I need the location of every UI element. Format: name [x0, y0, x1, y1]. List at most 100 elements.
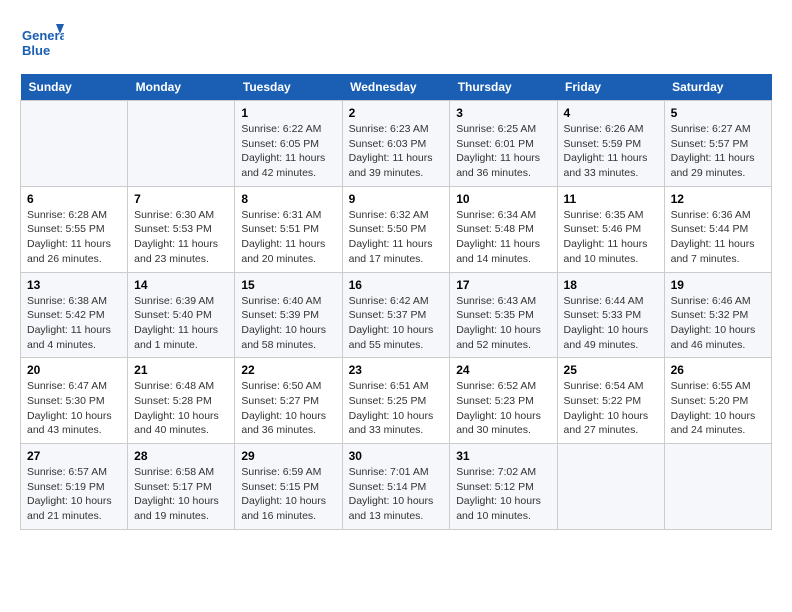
day-number: 14	[134, 278, 228, 292]
day-number: 8	[241, 192, 335, 206]
day-number: 6	[27, 192, 121, 206]
logo: General Blue	[20, 20, 64, 64]
day-number: 26	[671, 363, 765, 377]
day-info: Sunrise: 6:59 AM Sunset: 5:15 PM Dayligh…	[241, 465, 335, 524]
calendar-cell: 15Sunrise: 6:40 AM Sunset: 5:39 PM Dayli…	[235, 272, 342, 358]
calendar-table: SundayMondayTuesdayWednesdayThursdayFrid…	[20, 74, 772, 530]
day-info: Sunrise: 6:54 AM Sunset: 5:22 PM Dayligh…	[564, 379, 658, 438]
day-number: 18	[564, 278, 658, 292]
day-number: 24	[456, 363, 550, 377]
calendar-week-row: 20 Sunrise: 6:47 AM Sunset: 5:30 PM Dayli…	[21, 358, 772, 444]
day-number: 29	[241, 449, 335, 463]
day-info: Sunrise: 6:43 AM Sunset: 5:35 PM Dayligh…	[456, 294, 550, 353]
day-info: Sunrise: 6:55 AM Sunset: 5:20 PM Dayligh…	[671, 379, 765, 438]
day-info: Sunrise: 6:27 AM Sunset: 5:57 PM Dayligh…	[671, 122, 765, 181]
calendar-cell: 30 Sunrise: 7:01 AM Sunset: 5:14 PM Dayli…	[342, 444, 450, 530]
day-info: Sunrise: 6:28 AM Sunset: 5:55 PM Dayligh…	[27, 208, 121, 267]
day-info: Sunrise: 6:58 AM Sunset: 5:17 PM Dayligh…	[134, 465, 228, 524]
calendar-cell: 6 Sunrise: 6:28 AM Sunset: 5:55 PM Daylig…	[21, 186, 128, 272]
day-number: 11	[564, 192, 658, 206]
calendar-cell: 21 Sunrise: 6:48 AM Sunset: 5:28 PM Dayli…	[128, 358, 235, 444]
day-info: Sunrise: 6:40 AM Sunset: 5:39 PM Dayligh…	[241, 294, 335, 353]
calendar-cell: 13 Sunrise: 6:38 AM Sunset: 5:42 PM Dayli…	[21, 272, 128, 358]
day-info: Sunrise: 6:48 AM Sunset: 5:28 PM Dayligh…	[134, 379, 228, 438]
calendar-cell	[557, 444, 664, 530]
day-info: Sunrise: 6:22 AM Sunset: 6:05 PM Dayligh…	[241, 122, 335, 181]
day-number: 13	[27, 278, 121, 292]
weekday-header-monday: Monday	[128, 74, 235, 101]
day-info: Sunrise: 6:39 AM Sunset: 5:40 PM Dayligh…	[134, 294, 228, 353]
day-info: Sunrise: 6:50 AM Sunset: 5:27 PM Dayligh…	[241, 379, 335, 438]
calendar-cell: 5Sunrise: 6:27 AM Sunset: 5:57 PM Daylig…	[664, 101, 771, 187]
calendar-cell: 11 Sunrise: 6:35 AM Sunset: 5:46 PM Dayli…	[557, 186, 664, 272]
day-number: 12	[671, 192, 765, 206]
calendar-cell: 4 Sunrise: 6:26 AM Sunset: 5:59 PM Daylig…	[557, 101, 664, 187]
calendar-cell: 2 Sunrise: 6:23 AM Sunset: 6:03 PM Daylig…	[342, 101, 450, 187]
day-number: 3	[456, 106, 550, 120]
day-number: 21	[134, 363, 228, 377]
calendar-week-row: 27 Sunrise: 6:57 AM Sunset: 5:19 PM Dayli…	[21, 444, 772, 530]
day-number: 2	[349, 106, 444, 120]
calendar-cell: 12 Sunrise: 6:36 AM Sunset: 5:44 PM Dayli…	[664, 186, 771, 272]
day-info: Sunrise: 6:52 AM Sunset: 5:23 PM Dayligh…	[456, 379, 550, 438]
day-number: 7	[134, 192, 228, 206]
calendar-cell: 16Sunrise: 6:42 AM Sunset: 5:37 PM Dayli…	[342, 272, 450, 358]
calendar-cell: 14 Sunrise: 6:39 AM Sunset: 5:40 PM Dayli…	[128, 272, 235, 358]
calendar-cell: 26 Sunrise: 6:55 AM Sunset: 5:20 PM Dayli…	[664, 358, 771, 444]
day-number: 1	[241, 106, 335, 120]
calendar-cell: 19 Sunrise: 6:46 AM Sunset: 5:32 PM Dayli…	[664, 272, 771, 358]
day-info: Sunrise: 6:57 AM Sunset: 5:19 PM Dayligh…	[27, 465, 121, 524]
day-number: 27	[27, 449, 121, 463]
day-info: Sunrise: 6:38 AM Sunset: 5:42 PM Dayligh…	[27, 294, 121, 353]
weekday-header-friday: Friday	[557, 74, 664, 101]
day-info: Sunrise: 6:44 AM Sunset: 5:33 PM Dayligh…	[564, 294, 658, 353]
day-info: Sunrise: 7:02 AM Sunset: 5:12 PM Dayligh…	[456, 465, 550, 524]
calendar-cell: 1 Sunrise: 6:22 AM Sunset: 6:05 PM Daylig…	[235, 101, 342, 187]
calendar-cell: 31 Sunrise: 7:02 AM Sunset: 5:12 PM Dayli…	[450, 444, 557, 530]
day-info: Sunrise: 6:31 AM Sunset: 5:51 PM Dayligh…	[241, 208, 335, 267]
day-info: Sunrise: 7:01 AM Sunset: 5:14 PM Dayligh…	[349, 465, 444, 524]
day-number: 30	[349, 449, 444, 463]
calendar-cell	[21, 101, 128, 187]
weekday-header-row: SundayMondayTuesdayWednesdayThursdayFrid…	[21, 74, 772, 101]
weekday-header-wednesday: Wednesday	[342, 74, 450, 101]
logo-container: General Blue	[20, 20, 64, 64]
calendar-cell: 9 Sunrise: 6:32 AM Sunset: 5:50 PM Daylig…	[342, 186, 450, 272]
calendar-cell: 23 Sunrise: 6:51 AM Sunset: 5:25 PM Dayli…	[342, 358, 450, 444]
day-number: 28	[134, 449, 228, 463]
calendar-cell	[664, 444, 771, 530]
day-info: Sunrise: 6:23 AM Sunset: 6:03 PM Dayligh…	[349, 122, 444, 181]
day-info: Sunrise: 6:25 AM Sunset: 6:01 PM Dayligh…	[456, 122, 550, 181]
day-info: Sunrise: 6:34 AM Sunset: 5:48 PM Dayligh…	[456, 208, 550, 267]
day-info: Sunrise: 6:32 AM Sunset: 5:50 PM Dayligh…	[349, 208, 444, 267]
day-info: Sunrise: 6:26 AM Sunset: 5:59 PM Dayligh…	[564, 122, 658, 181]
weekday-header-thursday: Thursday	[450, 74, 557, 101]
calendar-week-row: 1 Sunrise: 6:22 AM Sunset: 6:05 PM Daylig…	[21, 101, 772, 187]
day-info: Sunrise: 6:42 AM Sunset: 5:37 PM Dayligh…	[349, 294, 444, 353]
day-number: 17	[456, 278, 550, 292]
calendar-cell: 28 Sunrise: 6:58 AM Sunset: 5:17 PM Dayli…	[128, 444, 235, 530]
day-info: Sunrise: 6:35 AM Sunset: 5:46 PM Dayligh…	[564, 208, 658, 267]
day-number: 31	[456, 449, 550, 463]
calendar-cell	[128, 101, 235, 187]
calendar-cell: 20 Sunrise: 6:47 AM Sunset: 5:30 PM Dayli…	[21, 358, 128, 444]
calendar-cell: 22 Sunrise: 6:50 AM Sunset: 5:27 PM Dayli…	[235, 358, 342, 444]
day-info: Sunrise: 6:51 AM Sunset: 5:25 PM Dayligh…	[349, 379, 444, 438]
day-number: 10	[456, 192, 550, 206]
day-number: 23	[349, 363, 444, 377]
day-number: 19	[671, 278, 765, 292]
day-info: Sunrise: 6:46 AM Sunset: 5:32 PM Dayligh…	[671, 294, 765, 353]
calendar-week-row: 6 Sunrise: 6:28 AM Sunset: 5:55 PM Daylig…	[21, 186, 772, 272]
calendar-cell: 24 Sunrise: 6:52 AM Sunset: 5:23 PM Dayli…	[450, 358, 557, 444]
svg-text:General: General	[22, 28, 64, 43]
day-number: 20	[27, 363, 121, 377]
day-number: 9	[349, 192, 444, 206]
header: General Blue	[20, 20, 772, 64]
calendar-week-row: 13 Sunrise: 6:38 AM Sunset: 5:42 PM Dayli…	[21, 272, 772, 358]
day-number: 22	[241, 363, 335, 377]
day-number: 4	[564, 106, 658, 120]
day-info: Sunrise: 6:36 AM Sunset: 5:44 PM Dayligh…	[671, 208, 765, 267]
calendar-cell: 29 Sunrise: 6:59 AM Sunset: 5:15 PM Dayli…	[235, 444, 342, 530]
day-info: Sunrise: 6:47 AM Sunset: 5:30 PM Dayligh…	[27, 379, 121, 438]
calendar-cell: 3 Sunrise: 6:25 AM Sunset: 6:01 PM Daylig…	[450, 101, 557, 187]
